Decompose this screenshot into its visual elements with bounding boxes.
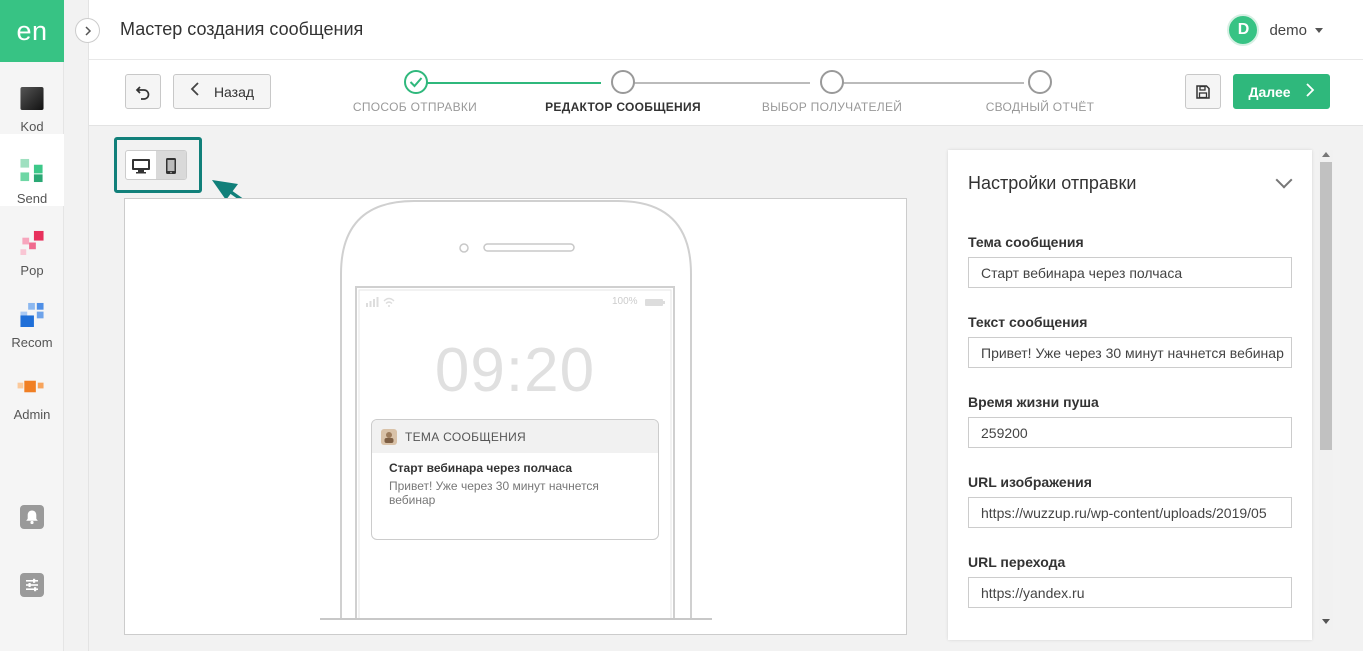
pop-icon <box>20 230 44 255</box>
chevron-right-icon <box>1305 81 1315 102</box>
click-url-input[interactable]: https://yandex.ru <box>968 577 1292 608</box>
wizard-toolbar: Назад СПОСОБ ОТПРАВКИ РЕДАКТОР СООБЩЕНИЯ… <box>89 60 1363 126</box>
mobile-view-button[interactable] <box>156 151 186 179</box>
username: demo <box>1269 21 1307 39</box>
image-url-label: URL изображения <box>968 474 1092 490</box>
phone-clock: 09:20 <box>434 336 596 405</box>
page-title: Мастер создания сообщения <box>120 19 364 39</box>
step-2-label: РЕДАКТОР СООБЩЕНИЯ <box>545 100 701 114</box>
rail-item-pop[interactable]: Pop <box>0 206 64 278</box>
mobile-preview-area: 100% 09:20 ТЕМА СООБЩЕНИЯ Старт вебинара… <box>124 198 907 635</box>
step-3-circle[interactable] <box>820 70 844 94</box>
rail-item-recom[interactable]: Recom <box>0 278 64 350</box>
scroll-down-icon[interactable] <box>1322 619 1330 624</box>
rail-item-label: Kod <box>20 119 44 134</box>
bell-icon[interactable] <box>20 505 44 529</box>
recom-icon <box>20 302 44 327</box>
message-text-label: Текст сообщения <box>968 314 1088 330</box>
notification-body-line1: Привет! Уже через 30 минут начнется <box>389 479 599 493</box>
ttl-label: Время жизни пуша <box>968 394 1099 410</box>
avatar: D <box>1227 14 1260 46</box>
send-icon <box>20 158 43 183</box>
settings-title: Настройки отправки <box>968 173 1137 193</box>
subject-input[interactable]: Старт вебинара через полчаса <box>968 257 1292 288</box>
desktop-view-button[interactable] <box>126 151 156 179</box>
rail-item-label: Pop <box>20 263 44 278</box>
save-button[interactable] <box>1185 74 1221 109</box>
back-button[interactable]: Назад <box>173 74 271 109</box>
subject-label: Тема сообщения <box>968 234 1084 250</box>
step-1-circle[interactable] <box>404 70 428 94</box>
preview-device-toggle <box>125 150 187 180</box>
step-4-circle[interactable] <box>1028 70 1052 94</box>
undo-icon <box>135 85 150 100</box>
undo-button[interactable] <box>125 74 161 109</box>
step-1-label: СПОСОБ ОТПРАВКИ <box>352 100 478 114</box>
notification-header: ТЕМА СООБЩЕНИЯ <box>372 420 658 453</box>
notification-title: Старт вебинара через полчаса <box>389 461 573 475</box>
smartphone-icon <box>166 158 176 174</box>
rail-item-admin[interactable]: Admin <box>0 350 64 422</box>
message-text-input[interactable]: Привет! Уже через 30 минут начнется веби… <box>968 337 1292 368</box>
scroll-up-icon[interactable] <box>1322 152 1330 157</box>
step-connector <box>625 82 810 84</box>
expand-sidebar-button[interactable] <box>75 18 100 43</box>
rail-item-kod[interactable]: Kod <box>0 62 64 134</box>
back-button-label: Назад <box>213 83 255 100</box>
wizard-steps: СПОСОБ ОТПРАВКИ РЕДАКТОР СООБЩЕНИЯ ВЫБОР… <box>339 70 1109 120</box>
caret-down-icon <box>1315 27 1323 33</box>
app-logo[interactable]: en <box>0 0 64 62</box>
rail-item-send[interactable]: Send <box>0 134 64 206</box>
left-rail: en Kod Send Pop Recom Admin <box>0 0 64 651</box>
step-2-circle[interactable] <box>611 70 635 94</box>
collapse-chevron-icon[interactable] <box>1275 171 1293 189</box>
sliders-icon[interactable] <box>20 573 44 597</box>
check-icon <box>409 77 423 88</box>
next-button-label: Далее <box>1248 83 1291 100</box>
step-4-label: СВОДНЫЙ ОТЧЁТ <box>985 100 1095 114</box>
step-connector <box>834 82 1024 84</box>
step-connector <box>416 82 601 84</box>
phone-mockup <box>320 200 712 620</box>
admin-icon <box>17 380 44 393</box>
next-button[interactable]: Далее <box>1233 74 1330 109</box>
click-url-label: URL перехода <box>968 554 1066 570</box>
image-url-input[interactable]: https://wuzzup.ru/wp-content/uploads/201… <box>968 497 1292 528</box>
monitor-icon <box>132 159 150 174</box>
rail-item-label: Admin <box>13 407 51 422</box>
rail-item-label: Send <box>16 191 48 206</box>
scrollbar-thumb[interactable] <box>1320 162 1332 450</box>
app-icon <box>381 428 397 445</box>
status-battery-text: 100% <box>612 296 638 307</box>
notification-body-line2: вебинар <box>389 493 436 507</box>
notification-header-text: ТЕМА СООБЩЕНИЯ <box>405 429 527 444</box>
chevron-right-icon <box>84 25 91 36</box>
rail-item-label: Recom <box>11 335 53 350</box>
step-3-label: ВЫБОР ПОЛУЧАТЕЛЕЙ <box>761 100 903 114</box>
user-menu[interactable]: D demo <box>1227 14 1323 46</box>
kod-icon <box>20 86 44 111</box>
ttl-input[interactable]: 259200 <box>968 417 1292 448</box>
push-notification[interactable]: ТЕМА СООБЩЕНИЯ Старт вебинара через полч… <box>371 419 659 540</box>
floppy-icon <box>1196 84 1210 99</box>
logo-text: en <box>16 15 48 46</box>
chevron-left-icon <box>190 82 200 101</box>
send-settings-panel: Настройки отправки Тема сообщения Старт … <box>948 150 1312 640</box>
